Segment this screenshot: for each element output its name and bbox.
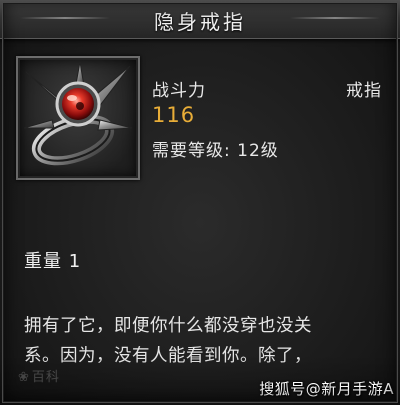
item-weight: 重量 1 (24, 251, 82, 272)
item-title: 隐身戒指 (154, 10, 246, 34)
paw-logo-icon: ❀ (18, 370, 30, 385)
ring-with-red-gem-icon (23, 61, 133, 166)
baike-watermark: ❀ 百科 (18, 366, 60, 385)
combat-power-value: 116 (152, 103, 196, 127)
item-type-label: 戒指 (346, 81, 382, 101)
level-requirement: 需要等级: 12级 (152, 141, 279, 161)
source-watermark: 搜狐号@新月手游A (259, 380, 394, 398)
title-ornament-right (290, 17, 380, 19)
baike-watermark-text: 百科 (31, 370, 60, 385)
item-icon-slot[interactable] (16, 56, 140, 180)
combat-power-label: 战斗力 (152, 81, 206, 101)
tooltip-title-bar: 隐身戒指 (0, 0, 400, 39)
item-tooltip-panel: 隐身戒指 战斗力 戒指 116 需要等级: 12级 重量 1 拥有了它，即便你什… (0, 0, 400, 405)
description-line: 拥有了它，即便你什么都没穿也没关 (24, 316, 312, 336)
